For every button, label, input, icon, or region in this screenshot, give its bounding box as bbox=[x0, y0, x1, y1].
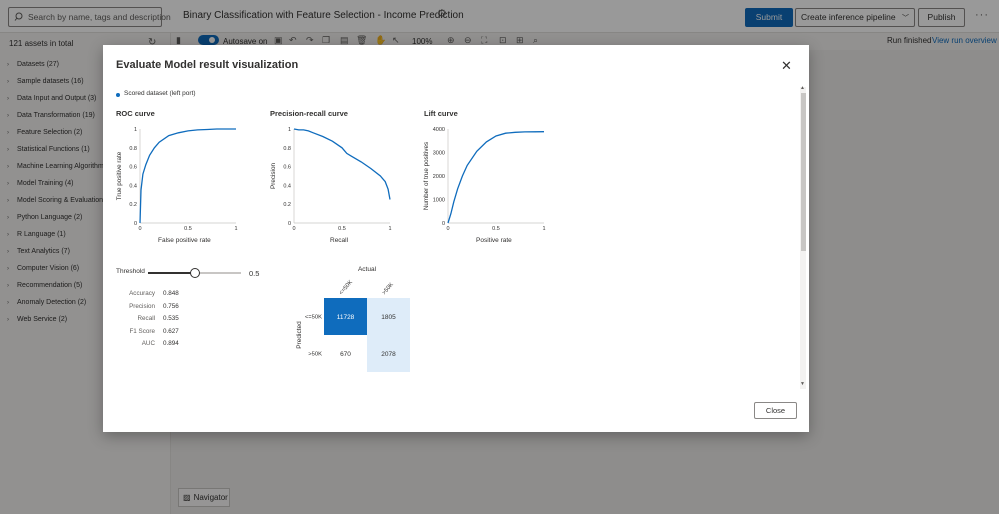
metric-value: 0.894 bbox=[163, 340, 179, 348]
precision-recall-chart: 0 0.5 1 0 0.2 0.4 0.6 0.8 1 Precision bbox=[270, 127, 392, 232]
y-tick-label: 0 bbox=[134, 221, 137, 227]
y-tick-label: 0.4 bbox=[129, 183, 137, 189]
y-tick-label: 2000 bbox=[433, 174, 445, 180]
y-axis-label: Number of true positives bbox=[423, 142, 430, 210]
x-tick-label: 1 bbox=[234, 226, 237, 232]
y-tick-label: 1 bbox=[288, 127, 291, 133]
legend-marker bbox=[116, 93, 120, 97]
threshold-label: Threshold bbox=[116, 268, 145, 275]
metric-value: 0.756 bbox=[163, 302, 179, 310]
confusion-cell-value: 1805 bbox=[381, 314, 396, 321]
x-tick-label: 0 bbox=[446, 226, 449, 232]
y-tick-label: 0 bbox=[288, 221, 291, 227]
metric-name: Precision bbox=[129, 302, 155, 310]
curve-series-0 bbox=[293, 128, 391, 200]
x-tick-label: 1 bbox=[542, 226, 545, 232]
metric-value: 0.627 bbox=[163, 327, 179, 335]
x-tick-label: 0 bbox=[138, 226, 141, 232]
metric-value: 0.535 bbox=[163, 315, 179, 323]
roc-chart: 0 0.5 1 0 0.2 0.4 0.6 0.8 1 True positive rate bbox=[116, 127, 238, 232]
predicted-label: Predicted bbox=[296, 321, 303, 349]
curve-series-0 bbox=[447, 131, 545, 224]
confusion-row-label: >50K bbox=[308, 352, 322, 358]
confusion-matrix: ActualPredicted<=50K >50K<=50K>50K11728 18… bbox=[296, 266, 410, 372]
y-tick-label: 0.8 bbox=[129, 146, 137, 152]
confusion-cell-value: 670 bbox=[340, 351, 351, 358]
roc-x-axis-label: False positive rate bbox=[158, 237, 211, 244]
y-tick-label: 1 bbox=[134, 127, 137, 133]
y-tick-label: 0.6 bbox=[129, 165, 137, 171]
threshold-slider-fill bbox=[148, 272, 194, 274]
x-tick-label: 0.5 bbox=[184, 226, 192, 232]
y-tick-label: 0.6 bbox=[283, 165, 291, 171]
metric-name: Accuracy bbox=[129, 290, 155, 297]
dialog-title: Evaluate Model result visualization bbox=[116, 59, 299, 71]
legend-label: Scored dataset (left port) bbox=[124, 90, 196, 97]
y-axis-label: True positive rate bbox=[116, 151, 123, 200]
y-tick-label: 0 bbox=[442, 221, 445, 227]
y-tick-label: 4000 bbox=[433, 127, 445, 133]
lift-chart: 0 0.5 1 0 1000 2000 3000 4000 Number of true pos… bbox=[423, 127, 546, 232]
confusion-cell-value: 2078 bbox=[381, 351, 396, 358]
close-button[interactable]: Close bbox=[754, 402, 797, 419]
metric-name: F1 Score bbox=[129, 327, 155, 335]
y-tick-label: 0.8 bbox=[283, 146, 291, 152]
scroll-up-icon[interactable]: ▲ bbox=[800, 85, 805, 91]
threshold-slider-handle[interactable] bbox=[190, 268, 200, 278]
metric-value: 0.848 bbox=[163, 290, 179, 297]
y-axis-label: Precision bbox=[270, 163, 277, 189]
confusion-cell-value: 11728 bbox=[337, 314, 355, 321]
pr-x-axis-label: Recall bbox=[330, 237, 349, 244]
curve-series-0 bbox=[139, 128, 236, 224]
y-tick-label: 0.2 bbox=[283, 202, 291, 208]
lift-chart-title: Lift curve bbox=[424, 109, 458, 118]
x-tick-label: 1 bbox=[388, 226, 391, 232]
close-icon[interactable]: ✕ bbox=[781, 58, 792, 74]
x-tick-label: 0 bbox=[292, 226, 295, 232]
confusion-row-label: <=50K bbox=[305, 315, 322, 321]
x-tick-label: 0.5 bbox=[492, 226, 500, 232]
metric-name: Recall bbox=[137, 315, 156, 323]
metric-name: AUC bbox=[141, 340, 155, 348]
actual-label: Actual bbox=[358, 266, 377, 273]
evaluate-model-dialog: Evaluate Model result visualization ✕ ▲ … bbox=[103, 45, 809, 432]
scrollbar-thumb[interactable] bbox=[801, 93, 806, 251]
confusion-col-label: >50K bbox=[381, 282, 394, 296]
pr-chart-title: Precision-recall curve bbox=[270, 109, 348, 118]
roc-chart-title: ROC curve bbox=[116, 109, 155, 118]
x-tick-label: 0.5 bbox=[338, 226, 346, 232]
y-tick-label: 0.2 bbox=[129, 202, 137, 208]
y-tick-label: 0.4 bbox=[283, 183, 291, 189]
lift-x-axis-label: Positive rate bbox=[476, 237, 512, 244]
threshold-value: 0.5 bbox=[249, 269, 260, 278]
scroll-down-icon[interactable]: ▼ bbox=[800, 381, 805, 387]
confusion-col-label: <=50K bbox=[338, 279, 354, 296]
y-tick-label: 3000 bbox=[433, 151, 445, 157]
y-tick-label: 1000 bbox=[433, 198, 445, 204]
